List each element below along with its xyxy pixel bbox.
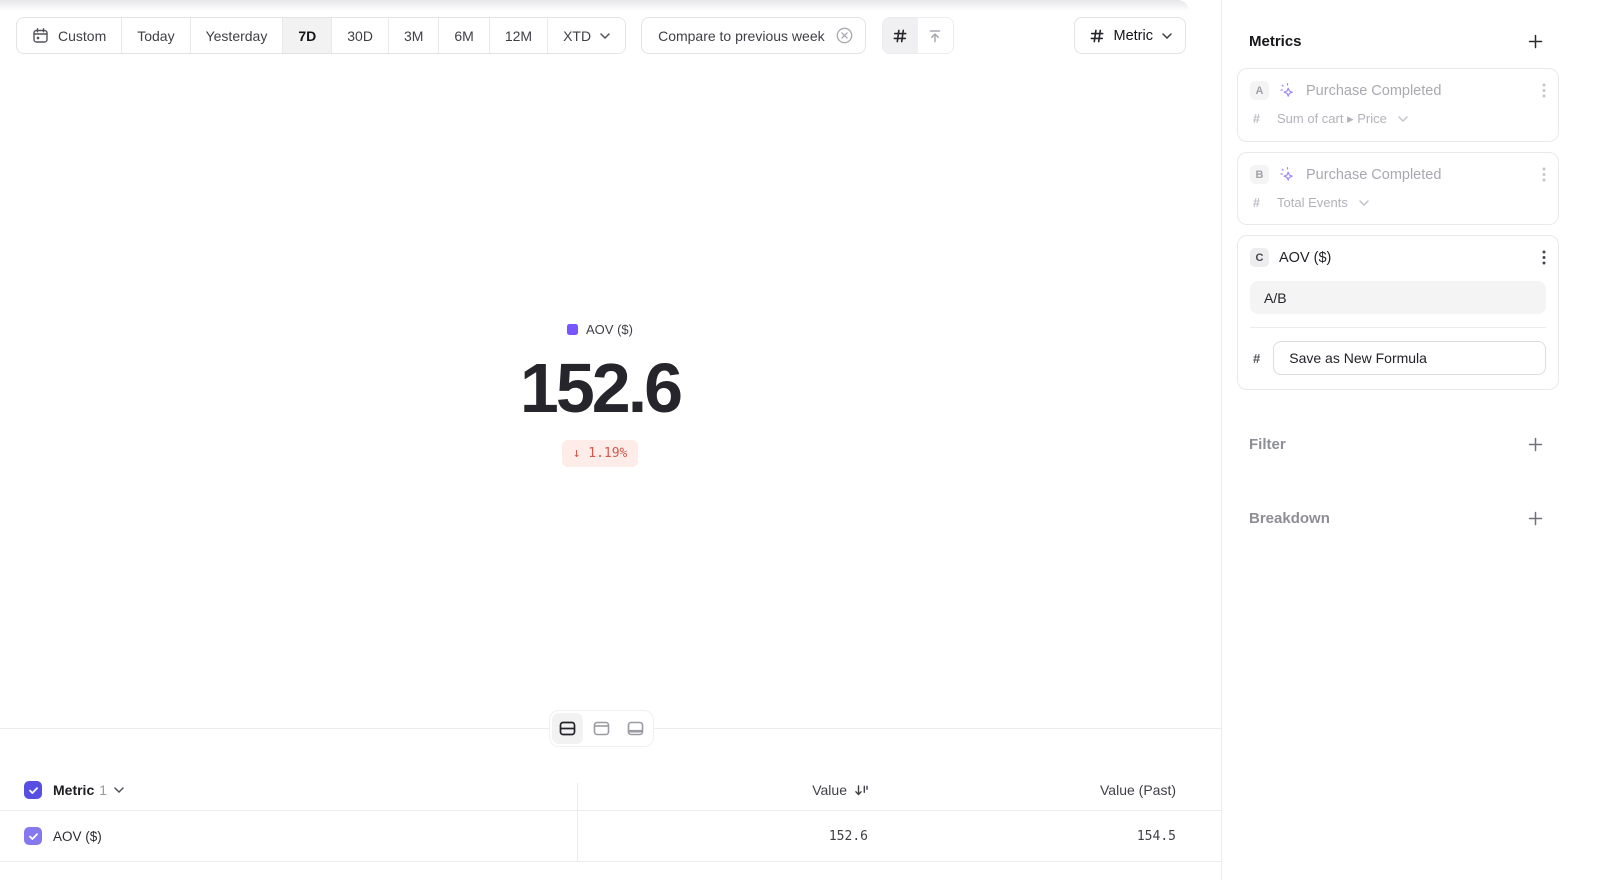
add-filter-button[interactable] [1528, 437, 1543, 452]
legend-swatch [567, 324, 578, 335]
formula-card-c: C AOV ($) A/B # Save as New Formula [1237, 235, 1559, 390]
chevron-down-icon [1359, 200, 1369, 206]
toolbar: Custom Today Yesterday 7D 30D 3M 6M 12M … [16, 17, 1186, 54]
kpi-change-badge: ↓ 1.19% [562, 440, 639, 467]
compare-chip-label: Compare to previous week [658, 28, 825, 44]
number-type-icon: # [1253, 196, 1266, 210]
date-range-custom-label: Custom [58, 28, 106, 44]
table-only-layout-icon [626, 719, 645, 738]
date-range-xtd[interactable]: XTD [548, 18, 625, 53]
number-type-icon: # [1253, 351, 1260, 366]
breakdown-section-header: Breakdown [1249, 510, 1543, 527]
breakdown-title: Breakdown [1249, 510, 1330, 527]
add-metric-button[interactable] [1528, 34, 1543, 49]
layout-chart-only-button[interactable] [586, 713, 617, 744]
kpi-value: 152.6 [0, 353, 1200, 423]
number-type-icon: # [1253, 112, 1266, 126]
metrics-title: Metrics [1249, 33, 1302, 50]
formula-input[interactable]: A/B [1250, 281, 1546, 314]
metric-dropdown-button[interactable]: Metric [1074, 17, 1186, 54]
aggregation-label: Total Events [1277, 195, 1348, 210]
metric-letter-badge: C [1250, 248, 1269, 267]
results-table: Metric 1 Value Value (Past) AOV ($) 152.… [0, 770, 1221, 862]
event-sparkle-icon [1279, 166, 1296, 183]
chevron-down-icon [1398, 116, 1408, 122]
date-range-yesterday[interactable]: Yesterday [191, 18, 284, 53]
filter-title: Filter [1249, 436, 1286, 453]
date-range-7d[interactable]: 7D [283, 18, 332, 53]
kpi-change-text: ↓ 1.19% [573, 446, 628, 461]
row-value-past: 154.5 [1137, 829, 1176, 844]
save-as-new-formula-button[interactable]: Save as New Formula [1273, 341, 1546, 375]
value-display-toggle [882, 17, 954, 54]
formula-text: A/B [1264, 290, 1287, 306]
metrics-section-header: Metrics [1249, 33, 1543, 50]
layout-switcher [549, 710, 654, 747]
formula-name[interactable]: AOV ($) [1279, 250, 1331, 266]
calendar-icon [32, 27, 49, 44]
row-value: 152.6 [829, 829, 868, 844]
layout-table-only-button[interactable] [620, 713, 651, 744]
remove-compare-icon[interactable] [835, 26, 854, 45]
chevron-down-icon [600, 33, 610, 39]
date-range-12m[interactable]: 12M [490, 18, 548, 53]
filter-section-header: Filter [1249, 436, 1543, 453]
metric-options-icon[interactable] [1542, 167, 1546, 182]
top-shadow [0, 0, 1189, 11]
table-header-row: Metric 1 Value Value (Past) [0, 770, 1221, 810]
metric-card-a: A Purchase Completed # Sum of cart ▸ Pri… [1237, 68, 1559, 142]
card-divider [1250, 327, 1546, 328]
date-range-custom[interactable]: Custom [17, 18, 122, 53]
metric-letter-badge: A [1250, 81, 1269, 100]
value-past-column-header[interactable]: Value (Past) [1100, 782, 1176, 798]
hash-icon [892, 28, 908, 44]
table-row: AOV ($) 152.6 154.5 [0, 810, 1221, 862]
layout-split-button[interactable] [552, 713, 583, 744]
aggregation-label: Sum of cart ▸ Price [1277, 111, 1387, 127]
hash-icon [1089, 28, 1105, 44]
metric-aggregation-selector[interactable]: # Sum of cart ▸ Price [1250, 111, 1546, 127]
query-builder-sidebar: Metrics A Purchase Completed [1221, 0, 1600, 880]
metric-event-name[interactable]: Purchase Completed [1306, 83, 1441, 99]
metric-cards: A Purchase Completed # Sum of cart ▸ Pri… [1222, 68, 1600, 390]
metric-event-name[interactable]: Purchase Completed [1306, 167, 1441, 183]
show-lift-toggle[interactable] [918, 18, 953, 53]
kpi-panel: AOV ($) 152.6 ↓ 1.19% [0, 322, 1200, 467]
select-all-checkbox[interactable] [24, 781, 42, 799]
date-range-today[interactable]: Today [122, 18, 190, 53]
chart-only-layout-icon [592, 719, 611, 738]
event-sparkle-icon [1279, 82, 1296, 99]
chart-legend: AOV ($) [567, 322, 633, 337]
legend-label: AOV ($) [586, 322, 633, 337]
date-range-3m[interactable]: 3M [389, 18, 439, 53]
row-checkbox[interactable] [24, 827, 42, 845]
show-number-toggle[interactable] [883, 18, 918, 53]
arrow-up-from-line-icon [927, 28, 943, 44]
split-layout-icon [558, 719, 577, 738]
date-range-6m[interactable]: 6M [439, 18, 489, 53]
add-breakdown-button[interactable] [1528, 511, 1543, 526]
chevron-down-icon[interactable] [114, 787, 124, 793]
value-column-header[interactable]: Value [812, 782, 868, 798]
metric-count: 1 [99, 782, 107, 798]
metric-letter-badge: B [1250, 165, 1269, 184]
metric-column-header[interactable]: Metric [53, 782, 94, 798]
row-metric-name: AOV ($) [53, 829, 102, 844]
sort-descending-icon [854, 784, 868, 797]
formula-options-icon[interactable] [1542, 250, 1546, 265]
compare-chip[interactable]: Compare to previous week [641, 17, 866, 54]
metric-card-b: B Purchase Completed # Total Events [1237, 152, 1559, 225]
chevron-down-icon [1162, 33, 1172, 39]
date-range-selector: Custom Today Yesterday 7D 30D 3M 6M 12M … [16, 17, 626, 54]
main-panel: Custom Today Yesterday 7D 30D 3M 6M 12M … [0, 0, 1221, 880]
metric-options-icon[interactable] [1542, 83, 1546, 98]
metric-aggregation-selector[interactable]: # Total Events [1250, 195, 1546, 210]
date-range-30d[interactable]: 30D [332, 18, 389, 53]
metric-button-label: Metric [1114, 28, 1153, 44]
